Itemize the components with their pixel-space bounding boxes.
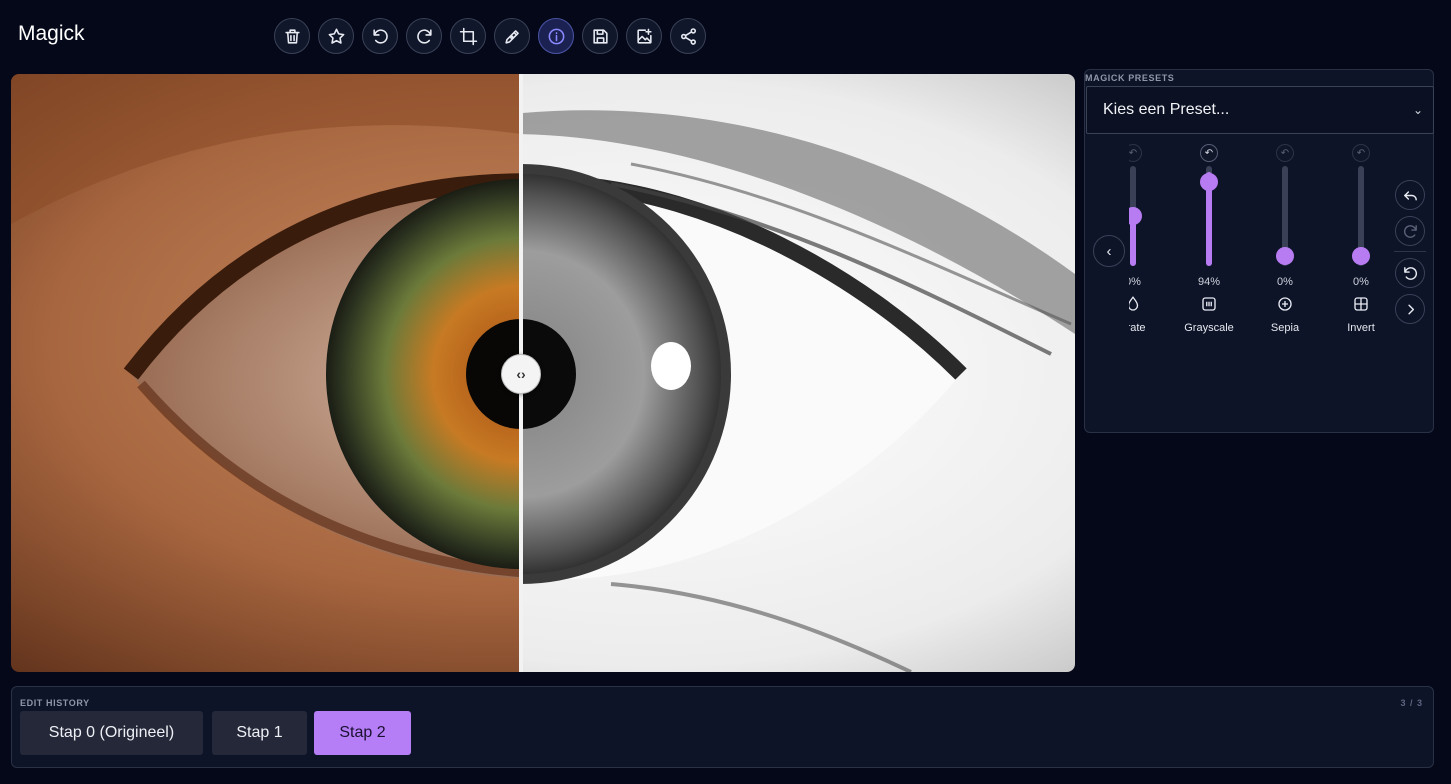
reset-icon — [1403, 266, 1417, 280]
filter-invert: ↶ 0% Invert — [1323, 144, 1399, 344]
undo-icon — [372, 28, 388, 44]
redo-icon — [416, 28, 432, 44]
compare-handle[interactable]: ‹› — [501, 354, 541, 394]
share-button[interactable] — [670, 18, 706, 54]
filter-clip: ↶ 0% urate — [1129, 70, 1171, 370]
filter-saturate: ↶ 0% urate — [1129, 144, 1171, 344]
sepia-slider-thumb[interactable] — [1276, 247, 1294, 265]
filter-grayscale: ↶ 94% Grayscale — [1171, 144, 1247, 344]
redo-icon — [1403, 224, 1417, 238]
sepia-icon — [1275, 294, 1295, 314]
history-step-2[interactable]: Stap 2 — [314, 711, 411, 755]
panel-redo-button[interactable] — [1395, 216, 1425, 246]
chevron-right-icon — [1407, 304, 1414, 314]
reset-sepia-button[interactable]: ↶ — [1276, 144, 1294, 162]
saturate-icon — [1129, 294, 1143, 314]
undo-button[interactable] — [362, 18, 398, 54]
image-edit-button[interactable] — [626, 18, 662, 54]
redo-button[interactable] — [406, 18, 442, 54]
trash-icon — [284, 28, 300, 44]
history-step-1[interactable]: Stap 1 — [212, 711, 307, 755]
presets-panel: MAGICK PRESETS Kies een Preset... ⌄ ‹ ↶ … — [1084, 69, 1434, 433]
history-label: EDIT HISTORY — [20, 698, 90, 708]
edit-history-panel: EDIT HISTORY 3 / 3 Stap 0 (Origineel) St… — [11, 686, 1434, 768]
undo-icon — [1403, 190, 1417, 200]
info-button[interactable] — [538, 18, 574, 54]
delete-button[interactable] — [274, 18, 310, 54]
grayscale-icon — [1199, 294, 1219, 314]
eye-photo — [11, 74, 1075, 672]
star-icon — [328, 28, 344, 44]
grayscale-slider-thumb[interactable] — [1200, 173, 1218, 191]
grayscale-value: 94% — [1197, 276, 1221, 288]
app-title: Magick — [18, 22, 85, 45]
pen-icon — [504, 29, 519, 44]
toolbar — [274, 18, 706, 54]
filters-next-button[interactable] — [1395, 294, 1425, 324]
history-step-0[interactable]: Stap 0 (Origineel) — [20, 711, 203, 755]
reset-saturate-button[interactable]: ↶ — [1129, 144, 1142, 162]
filters-prev-button[interactable]: ‹ — [1093, 235, 1125, 267]
grayscale-label: Grayscale — [1184, 322, 1234, 334]
image-compare-viewer[interactable]: ‹› — [11, 74, 1075, 672]
saturate-label: urate — [1129, 322, 1146, 334]
invert-slider-thumb[interactable] — [1352, 247, 1370, 265]
panel-undo-button[interactable] — [1395, 180, 1425, 210]
side-divider — [1394, 251, 1426, 252]
chevron-left-icon: ‹ — [1106, 242, 1112, 260]
split-arrows-icon: ‹› — [516, 366, 526, 382]
info-icon — [548, 28, 564, 44]
filter-sepia: ↶ 0% Sepia — [1247, 144, 1323, 344]
invert-value: 0% — [1353, 276, 1369, 288]
sepia-label: Sepia — [1270, 322, 1300, 334]
save-icon — [592, 28, 608, 44]
crop-icon — [459, 27, 477, 45]
crop-button[interactable] — [450, 18, 486, 54]
saturate-slider-thumb[interactable] — [1129, 207, 1142, 225]
share-icon — [680, 27, 696, 45]
image-edit-icon — [636, 28, 652, 44]
draw-button[interactable] — [494, 18, 530, 54]
save-button[interactable] — [582, 18, 618, 54]
panel-reset-button[interactable] — [1395, 258, 1425, 288]
chevron-down-icon: ⌄ — [1412, 103, 1423, 117]
favorite-button[interactable] — [318, 18, 354, 54]
reset-invert-button[interactable]: ↶ — [1352, 144, 1370, 162]
saturate-value: 0% — [1129, 276, 1141, 288]
history-count: 3 / 3 — [1400, 698, 1423, 708]
invert-icon — [1351, 294, 1371, 314]
reset-grayscale-button[interactable]: ↶ — [1200, 144, 1218, 162]
sepia-value: 0% — [1277, 276, 1293, 288]
invert-label: Invert — [1347, 322, 1375, 334]
